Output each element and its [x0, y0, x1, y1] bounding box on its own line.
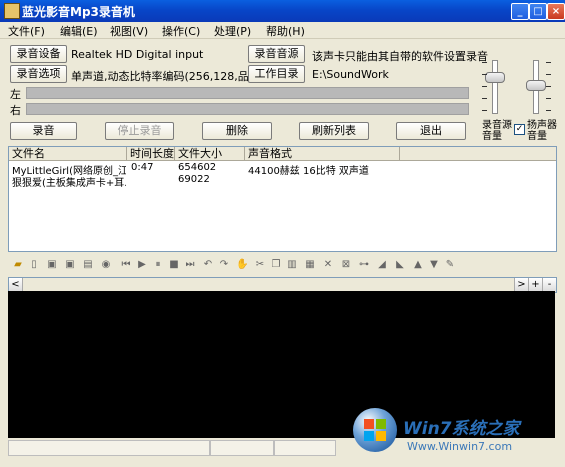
slider-tick — [546, 74, 551, 75]
file-list[interactable]: 文件名 时间长度 文件大小 声音格式 MyLittleGirl(网络原创_江..… — [8, 146, 557, 252]
speaker-volume-thumb[interactable] — [526, 80, 546, 91]
slider-tick — [482, 98, 487, 99]
edit-toolbar: ▰ ▯ ▣ ▣ ▤ ◉ ⏮ ▶ ⏸ ■ ⏭ ↶ ↷ ✋ ✂ ❐ ▥ ▦ ✕ ⊠ … — [8, 257, 555, 275]
slider-tick — [546, 98, 551, 99]
record-device-button[interactable]: 录音设备 — [10, 45, 67, 63]
record-small-icon[interactable]: ◉ — [100, 259, 112, 271]
hand-icon[interactable]: ✋ — [236, 259, 248, 271]
speaker-checkbox[interactable]: ✓ — [514, 124, 525, 135]
menu-edit[interactable]: 编辑(E) — [60, 23, 98, 39]
column-header-size[interactable]: 文件大小 — [175, 147, 245, 161]
skip-forward-icon[interactable]: ⏭ — [184, 259, 196, 271]
watermark: Win7系统之家 Www.Winwin7.com — [345, 400, 565, 467]
workdir-button[interactable]: 工作目录 — [248, 65, 305, 83]
fade-icon[interactable]: ⊶ — [358, 259, 370, 271]
new-file-icon[interactable]: ▯ — [28, 259, 40, 271]
menu-view[interactable]: 视图(V) — [110, 23, 148, 39]
redo-icon[interactable]: ↷ — [218, 259, 230, 271]
trim-icon[interactable]: ✕ — [322, 259, 334, 271]
record-volume-label: 录音源音量 — [482, 120, 512, 142]
left-channel-label: 左 — [10, 88, 21, 101]
speaker-volume-label: 扬声器音量 — [527, 120, 557, 142]
play-icon[interactable]: ▶ — [136, 259, 148, 271]
status-panel — [274, 440, 336, 456]
record-volume-track[interactable] — [492, 60, 498, 114]
menu-help[interactable]: 帮助(H) — [266, 23, 305, 39]
table-row[interactable]: 狠狠爱(主板集成声卡+耳... 69022 — [9, 174, 556, 189]
record-device-value: Realtek HD Digital input — [71, 48, 204, 61]
menu-file[interactable]: 文件(F) — [8, 23, 45, 39]
scroll-right-button[interactable]: > — [514, 278, 528, 291]
record-options-button[interactable]: 录音选项 — [10, 65, 67, 83]
stop-record-button[interactable]: 停止录音 — [105, 122, 174, 140]
effect-icon[interactable]: ✎ — [444, 259, 456, 271]
cell-size: 69022 — [178, 174, 210, 185]
slider-tick — [546, 62, 551, 63]
column-header-empty — [400, 147, 556, 161]
app-icon — [4, 3, 20, 19]
window-title: 蓝光影音Mp3录音机 — [22, 5, 135, 19]
skip-back-icon[interactable]: ⏮ — [120, 259, 132, 271]
menu-bar: 文件(F) 编辑(E) 视图(V) 操作(C) 处理(P) 帮助(H) — [0, 22, 565, 39]
fade-in-icon[interactable]: ◢ — [376, 259, 388, 271]
watermark-url: Www.Winwin7.com — [407, 440, 513, 453]
close-button[interactable]: × — [547, 3, 565, 20]
save-as-icon[interactable]: ▣ — [64, 259, 76, 271]
volume-up-icon[interactable]: ▲ — [412, 259, 424, 271]
cell-size: 654602 — [178, 162, 217, 173]
record-source-button[interactable]: 录音音源 — [248, 45, 305, 63]
record-volume-thumb[interactable] — [485, 72, 505, 83]
cell-name: 狠狠爱(主板集成声卡+耳... — [12, 178, 126, 189]
win7-logo-icon — [353, 408, 397, 452]
fade-out-icon[interactable]: ◣ — [394, 259, 406, 271]
status-panel — [8, 440, 210, 456]
watermark-brand: Win7系统之家 — [403, 419, 520, 439]
save-icon[interactable]: ▣ — [46, 259, 58, 271]
open-folder-icon[interactable]: ▰ — [12, 259, 24, 271]
undo-icon[interactable]: ↶ — [202, 259, 214, 271]
exit-button[interactable]: 退出 — [396, 122, 466, 140]
scroll-left-button[interactable]: < — [9, 278, 23, 291]
menu-process[interactable]: 处理(P) — [214, 23, 251, 39]
mix-paste-icon[interactable]: ▦ — [304, 259, 316, 271]
delete-button[interactable]: 删除 — [202, 122, 272, 140]
slider-tick — [482, 62, 487, 63]
cut-icon[interactable]: ✂ — [254, 259, 266, 271]
silence-icon[interactable]: ⊠ — [340, 259, 352, 271]
left-level-meter — [26, 87, 469, 99]
maximize-button[interactable]: □ — [529, 3, 547, 20]
menu-operate[interactable]: 操作(C) — [162, 23, 200, 39]
column-header-format[interactable]: 声音格式 — [245, 147, 400, 161]
export-icon[interactable]: ▤ — [82, 259, 94, 271]
slider-tick — [482, 86, 487, 87]
stop-icon[interactable]: ■ — [168, 259, 180, 271]
workdir-value: E:\SoundWork — [312, 68, 389, 81]
title-bar[interactable]: 蓝光影音Mp3录音机 _ □ × — [0, 0, 565, 22]
pause-icon[interactable]: ⏸ — [152, 259, 164, 271]
slider-tick — [482, 74, 487, 75]
refresh-list-button[interactable]: 刷新列表 — [299, 122, 369, 140]
column-header-duration[interactable]: 时间长度 — [127, 147, 175, 161]
cell-duration: 0:47 — [131, 162, 154, 173]
table-row[interactable]: MyLittleGirl(网络原创_江... 0:47 654602 44100… — [9, 162, 556, 177]
column-header-name[interactable]: 文件名 — [9, 147, 127, 161]
record-options-value: 单声道,动态比特率编码(256,128,品质5) — [71, 70, 272, 83]
right-level-meter — [26, 103, 469, 115]
record-source-value: 该声卡只能由其自带的软件设置录音 — [312, 50, 488, 63]
paste-icon[interactable]: ▥ — [286, 259, 298, 271]
slider-tick — [546, 86, 551, 87]
copy-icon[interactable]: ❐ — [270, 259, 282, 271]
status-panel — [210, 440, 274, 456]
zoom-out-button[interactable]: - — [542, 278, 556, 291]
record-button[interactable]: 录音 — [10, 122, 77, 140]
right-channel-label: 右 — [10, 104, 21, 117]
slider-tick — [482, 110, 487, 111]
minimize-button[interactable]: _ — [511, 3, 529, 20]
volume-down-icon[interactable]: ▼ — [428, 259, 440, 271]
zoom-in-button[interactable]: + — [528, 278, 542, 291]
slider-tick — [546, 110, 551, 111]
